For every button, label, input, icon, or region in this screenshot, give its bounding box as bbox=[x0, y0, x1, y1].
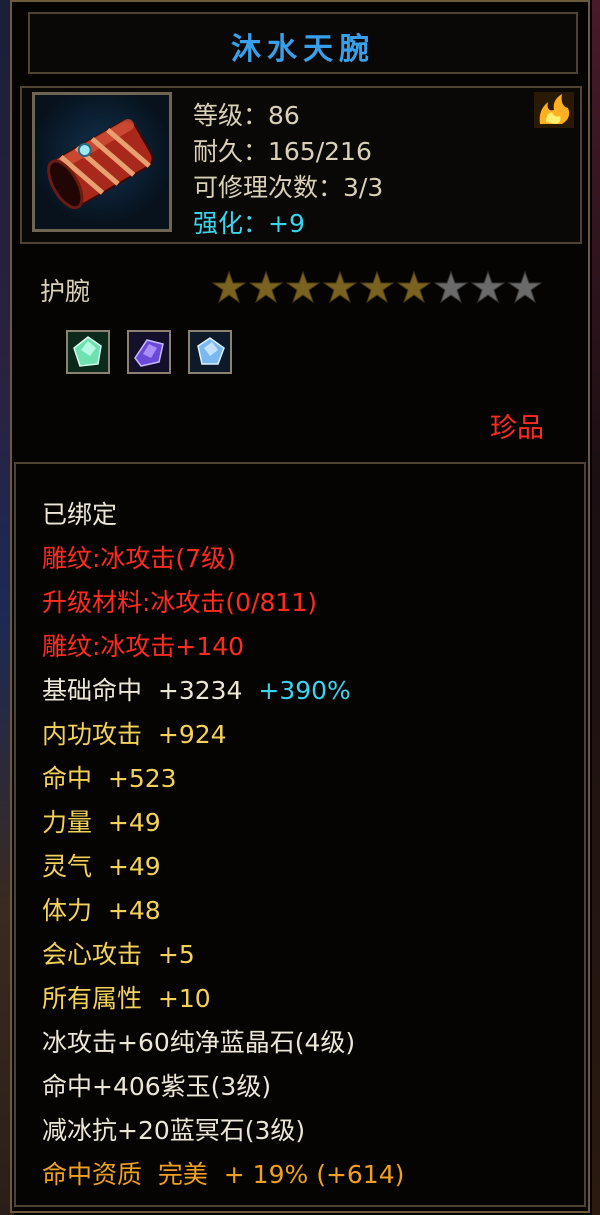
item-type: 护腕 bbox=[40, 277, 91, 306]
repair-count-stat: 可修理次数：3/3 bbox=[193, 173, 384, 202]
title-bar: 沐水天腕 bbox=[28, 12, 578, 74]
gem-effect-line-3: 减冰抗+20蓝冥石(3级) bbox=[42, 1116, 306, 1145]
blue-gem-icon[interactable] bbox=[188, 330, 232, 374]
spirit-line: 灵气 +49 bbox=[42, 852, 161, 881]
star-icon-empty bbox=[471, 270, 505, 304]
inner-attack-line: 内功攻击 +924 bbox=[42, 720, 227, 749]
star-icon-filled bbox=[397, 270, 431, 304]
star-icon-filled bbox=[249, 270, 283, 304]
hit-line: 命中 +523 bbox=[42, 764, 177, 793]
star-rating bbox=[212, 270, 542, 304]
star-icon-filled bbox=[286, 270, 320, 304]
strength-line: 力量 +49 bbox=[42, 808, 161, 837]
gem-effect-line-2: 命中+406紫玉(3级) bbox=[42, 1072, 272, 1101]
level-stat: 等级：86 bbox=[193, 101, 300, 130]
purple-gem-icon[interactable] bbox=[127, 330, 171, 374]
crit-line: 会心攻击 +5 bbox=[42, 940, 195, 969]
base-hit-bonus: +390% bbox=[258, 676, 351, 705]
base-hit-line: 基础命中 +3234 +390% bbox=[42, 671, 351, 707]
durability-stat: 耐久：165/216 bbox=[193, 137, 372, 166]
background-edge-right bbox=[592, 0, 600, 1215]
star-icon-empty bbox=[434, 270, 468, 304]
star-icon-filled bbox=[360, 270, 394, 304]
bracer-icon bbox=[32, 92, 172, 232]
star-icon-filled bbox=[212, 270, 246, 304]
stamina-line: 体力 +48 bbox=[42, 896, 161, 925]
aptitude-line: 命中资质 完美 + 19% (+614) bbox=[42, 1160, 405, 1189]
fire-badge-icon bbox=[532, 90, 576, 130]
star-icon-filled bbox=[323, 270, 357, 304]
item-name: 沐水天腕 bbox=[231, 32, 375, 67]
engrave-line-2: 雕纹:冰攻击+140 bbox=[42, 632, 245, 661]
engrave-line-1: 雕纹:冰攻击(7级) bbox=[42, 544, 236, 573]
green-gem-icon[interactable] bbox=[66, 330, 110, 374]
quality-label: 珍品 bbox=[490, 413, 544, 444]
all-attributes-line: 所有属性 +10 bbox=[42, 984, 211, 1013]
bound-status: 已绑定 bbox=[42, 500, 118, 529]
upgrade-material-line: 升级材料:冰攻击(0/811) bbox=[42, 588, 317, 617]
star-icon-empty bbox=[508, 270, 542, 304]
enhance-stat: 强化：+9 bbox=[193, 209, 305, 238]
gem-effect-line-1: 冰攻击+60纯净蓝晶石(4级) bbox=[42, 1028, 356, 1057]
base-hit-value: 基础命中 +3234 bbox=[42, 676, 243, 705]
